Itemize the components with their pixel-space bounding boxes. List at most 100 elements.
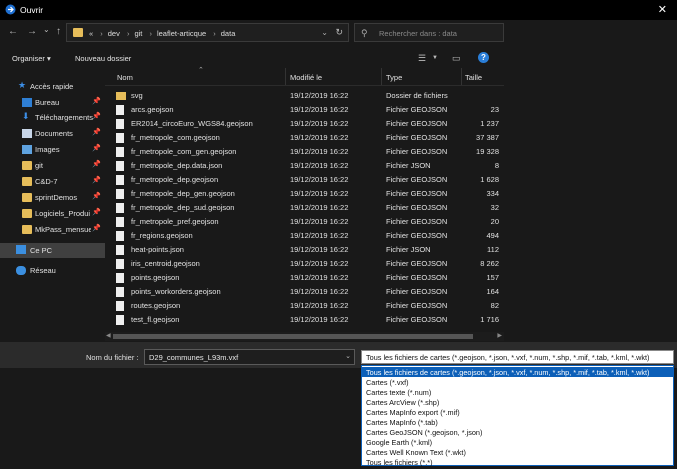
breadcrumb-git[interactable]: git — [134, 29, 142, 38]
chevron-down-icon[interactable]: ⌄ — [345, 352, 351, 360]
scroll-left-icon[interactable]: ◀ — [106, 332, 111, 339]
pin-icon[interactable]: 📌 — [92, 208, 101, 216]
sidebar-item-logiciels[interactable]: Logiciels_Produi 📌 — [0, 207, 105, 221]
file-modified: 19/12/2019 16:22 — [290, 287, 349, 296]
file-type-option[interactable]: Cartes texte (*.num) — [362, 387, 673, 397]
address-dropdown-icon[interactable]: ⌄ — [321, 28, 328, 37]
sidebar-item-c-d-7[interactable]: C&D-7 📌 — [0, 175, 105, 189]
file-size: 112 — [487, 245, 499, 254]
file-size: 32 — [490, 203, 499, 212]
breadcrumb-dev[interactable]: dev — [108, 29, 120, 38]
column-header-name[interactable]: Nom — [117, 73, 133, 82]
sidebar-item-images[interactable]: Images 📌 — [0, 143, 105, 157]
sidebar-item-reseau[interactable]: Réseau — [0, 264, 105, 278]
pin-icon[interactable]: 📌 — [92, 128, 101, 136]
pin-icon[interactable]: 📌 — [92, 144, 101, 152]
back-arrow-icon[interactable]: ← — [8, 26, 18, 37]
images-icon — [22, 145, 32, 154]
file-type-option[interactable]: Cartes GeoJSON (*.geojson, *.json) — [362, 427, 673, 437]
breadcrumb-overflow[interactable]: « — [89, 29, 93, 38]
file-type-option[interactable]: Cartes (*.vxf) — [362, 377, 673, 387]
file-row[interactable]: arcs.geojson 19/12/2019 16:22 Fichier GEOJ… — [105, 103, 504, 117]
file-type: Fichier GEOJSON — [386, 133, 448, 142]
pin-icon[interactable]: 📌 — [92, 160, 101, 168]
file-row[interactable]: fr_metropole_dep_gen.geojson 19/12/2019 1… — [105, 187, 504, 201]
file-type-option[interactable]: Cartes Well Known Text (*.wkt) — [362, 447, 673, 457]
help-icon[interactable]: ? — [478, 52, 489, 63]
file-type-option[interactable]: Cartes MapInfo export (*.mif) — [362, 407, 673, 417]
file-row[interactable]: fr_metropole_pref.geojson 19/12/2019 16:2… — [105, 215, 504, 229]
breadcrumb-leaflet-articque[interactable]: leaflet-articque — [157, 29, 206, 38]
organize-menu-button[interactable]: Organiser ▾ — [12, 54, 51, 63]
pin-icon[interactable]: 📌 — [92, 176, 101, 184]
file-type-option[interactable]: Google Earth (*.kml) — [362, 437, 673, 447]
file-row[interactable]: fr_metropole_com_gen.geojson 19/12/2019 1… — [105, 145, 504, 159]
history-chevron-icon[interactable]: ⌄ — [43, 25, 50, 34]
breadcrumb-data[interactable]: data — [221, 29, 236, 38]
file-modified: 19/12/2019 16:22 — [290, 203, 349, 212]
sidebar-item-bureau[interactable]: Bureau 📌 — [0, 96, 105, 110]
file-type: Fichier GEOJSON — [386, 119, 448, 128]
filename-combobox[interactable]: ⌄ — [144, 349, 355, 365]
sidebar-item-git[interactable]: git 📌 — [0, 159, 105, 173]
file-row[interactable]: fr_metropole_dep_sud.geojson 19/12/2019 1… — [105, 201, 504, 215]
file-row[interactable]: fr_metropole_com.geojson 19/12/2019 16:22… — [105, 131, 504, 145]
file-row[interactable]: points.geojson 19/12/2019 16:22 Fichier GE… — [105, 271, 504, 285]
scrollbar-thumb[interactable] — [113, 334, 473, 339]
file-row[interactable]: ER2014_circoEuro_WGS84.geojson 19/12/2019… — [105, 117, 504, 131]
refresh-icon[interactable]: ↻ — [335, 27, 343, 38]
sidebar-item-sprintdemos[interactable]: sprintDemos 📌 — [0, 191, 105, 205]
command-bar: Organiser ▾ Nouveau dossier ☰ ▼ ▭ — [0, 48, 504, 68]
column-header-size[interactable]: Taille — [465, 73, 482, 82]
close-icon[interactable]: ✕ — [658, 3, 667, 16]
file-type-option[interactable]: Cartes ArcView (*.shp) — [362, 397, 673, 407]
pin-icon[interactable]: 📌 — [92, 112, 101, 120]
sidebar-item-documents[interactable]: Documents 📌 — [0, 127, 105, 141]
forward-arrow-icon[interactable]: → — [27, 26, 37, 37]
file-type-option[interactable]: Tous les fichiers de cartes (*.geojson, … — [362, 367, 673, 377]
breadcrumb: « › dev › git › leaflet-articque › data — [89, 29, 236, 38]
scroll-right-icon[interactable]: ▶ — [497, 332, 502, 339]
file-row[interactable]: heat-points.json 19/12/2019 16:22 Fichier … — [105, 243, 504, 257]
file-name: routes.geojson — [131, 301, 181, 310]
pin-icon[interactable]: 📌 — [92, 224, 101, 232]
search-box[interactable]: ⚲ — [354, 23, 504, 42]
file-row[interactable]: fr_metropole_dep.geojson 19/12/2019 16:22… — [105, 173, 504, 187]
search-input[interactable] — [377, 26, 501, 41]
horizontal-scrollbar[interactable]: ◀ ▶ — [105, 332, 504, 341]
file-icon — [116, 147, 124, 157]
view-options-icon[interactable]: ☰ — [418, 53, 426, 64]
file-row[interactable]: svg 19/12/2019 16:22 Dossier de fichiers — [105, 89, 504, 103]
view-dropdown-icon[interactable]: ▼ — [432, 55, 438, 61]
sidebar-item-ce-pc[interactable]: Ce PC — [0, 243, 105, 258]
preview-pane-icon[interactable]: ▭ — [452, 53, 461, 64]
sidebar-item-mkpass[interactable]: MkPass_mensue 📌 — [0, 223, 105, 237]
file-type-option[interactable]: Cartes MapInfo (*.tab) — [362, 417, 673, 427]
pin-icon[interactable]: 📌 — [92, 97, 101, 105]
up-arrow-icon[interactable]: ↑ — [56, 26, 61, 37]
file-row[interactable]: routes.geojson 19/12/2019 16:22 Fichier GE… — [105, 299, 504, 313]
file-type-option[interactable]: Tous les fichiers (*.*) — [362, 457, 673, 467]
file-type: Fichier GEOJSON — [386, 231, 448, 240]
file-modified: 19/12/2019 16:22 — [290, 301, 349, 310]
file-type: Fichier GEOJSON — [386, 203, 448, 212]
pin-icon[interactable]: 📌 — [92, 192, 101, 200]
file-size: 1 237 — [480, 119, 499, 128]
file-row[interactable]: points_workorders.geojson 19/12/2019 16:2… — [105, 285, 504, 299]
sidebar-item-downloads[interactable]: ⬇ Téléchargements 📌 — [0, 111, 105, 125]
file-row[interactable]: test_fl.geojson 19/12/2019 16:22 Fichier G… — [105, 313, 504, 327]
file-type-filter[interactable]: Tous les fichiers de cartes (*.geojson, … — [361, 350, 674, 364]
file-row[interactable]: fr_regions.geojson 19/12/2019 16:22 Fichie… — [105, 229, 504, 243]
file-row[interactable]: iris_centroid.geojson 19/12/2019 16:22 Fic… — [105, 257, 504, 271]
app-icon — [5, 4, 16, 15]
new-folder-button[interactable]: Nouveau dossier — [75, 54, 131, 63]
column-header-modified[interactable]: Modifié le — [290, 73, 322, 82]
file-type-selected: Tous les fichiers de cartes (*.geojson, … — [366, 353, 650, 362]
file-row[interactable]: fr_metropole_dep.data.json 19/12/2019 16:… — [105, 159, 504, 173]
sidebar-item-quick-access[interactable]: ★ Accès rapide — [0, 80, 105, 94]
file-type: Fichier GEOJSON — [386, 273, 448, 282]
filename-input[interactable] — [149, 352, 339, 363]
file-size: 157 — [486, 273, 499, 282]
address-bar[interactable]: « › dev › git › leaflet-articque › data ⌄ ↻ — [66, 23, 349, 42]
column-header-type[interactable]: Type — [386, 73, 402, 82]
